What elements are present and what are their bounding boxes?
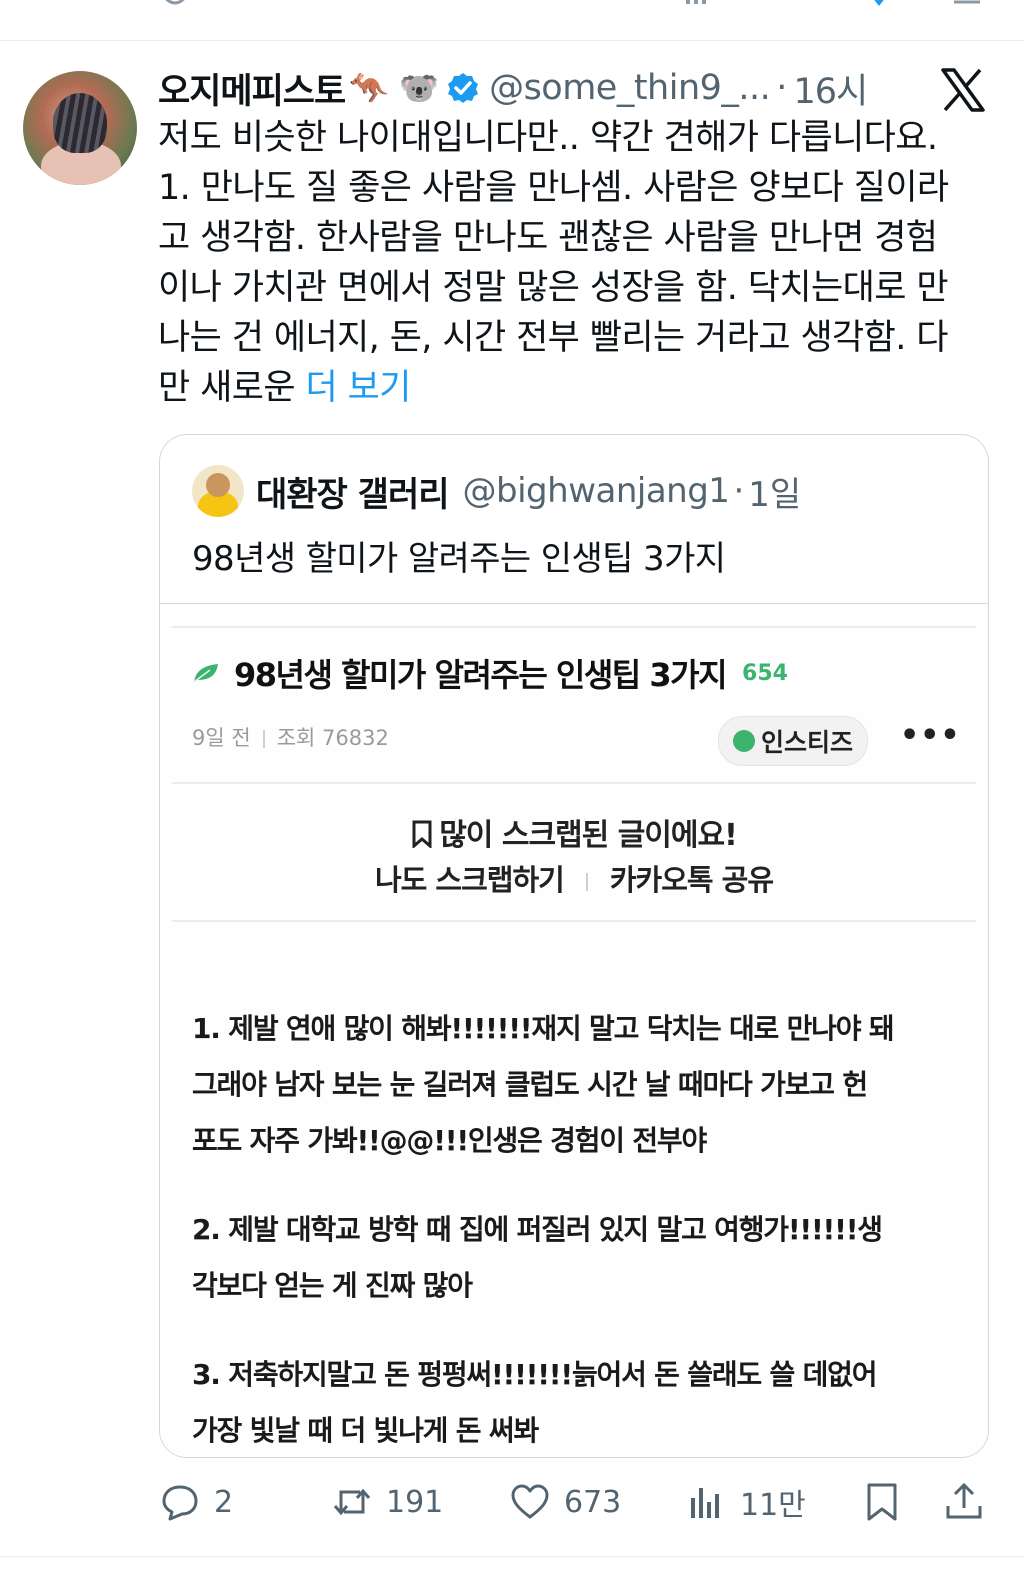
share-action: 카카오톡 공유	[609, 863, 774, 897]
share-icon	[946, 1482, 982, 1519]
more-dots-icon: •••	[900, 718, 961, 753]
source-chip-label: 인스티즈	[760, 728, 853, 757]
verified-badge-icon[interactable]	[447, 72, 479, 104]
quoted-header-separator: ·	[733, 471, 745, 511]
x-logo-icon[interactable]	[940, 68, 986, 112]
bookmark-filled-icon[interactable]	[862, 0, 896, 6]
bookmark-outline-icon	[412, 820, 432, 848]
retweet-count: 191	[386, 1484, 444, 1520]
reply-button[interactable]: 2	[160, 1476, 233, 1528]
scrap-notice: 많이 스크랩된 글이에요!	[160, 810, 988, 854]
avatar-face	[206, 473, 230, 497]
leaf-icon	[193, 664, 218, 683]
views-count: 11만	[740, 1488, 806, 1523]
tweet-bottom-divider	[0, 1556, 1024, 1557]
show-more-link[interactable]: 더 보기	[305, 368, 411, 408]
author-avatar[interactable]	[23, 71, 137, 185]
meta-separator	[262, 730, 265, 748]
author-emojis: 🦘 🐨	[349, 69, 440, 107]
tweet-actions-bar: 2 191 673 11만	[0, 1476, 1024, 1528]
tweet-text-content: 저도 비슷한 나이대입니다만.. 약간 견해가 다릅니다요. 1. 만나도 질 …	[158, 118, 949, 408]
scrap-actions: 나도 스크랩하기 카카오톡 공유	[160, 857, 988, 899]
quoted-tweet-text: 98년생 할미가 알려주는 인생팁 3가지	[192, 539, 726, 579]
like-button[interactable]: 673	[510, 1476, 621, 1528]
share-button[interactable]	[944, 1476, 998, 1528]
screenshot-views: 조회 76832	[276, 726, 389, 750]
quoted-tweet-header: 대환장 갤러리 @bighwanjang1 · 1일	[192, 465, 801, 517]
tip-1: 1. 제발 연애 많이 해봐!!!!!!!재지 말고 닥치는 대로 만나야 돼 …	[192, 1012, 895, 1157]
screenshot-age: 9일 전	[192, 726, 251, 750]
author-handle[interactable]: @some_thin9_...	[489, 68, 771, 108]
tip-2: 2. 제발 대학교 방학 때 집에 퍼질러 있지 말고 여행가!!!!!!생 각…	[192, 1213, 883, 1302]
retweet-button[interactable]: 191	[332, 1476, 443, 1528]
screenshot-rule-2	[172, 782, 976, 784]
views-icon[interactable]	[680, 0, 714, 6]
screenshot-rule-3	[172, 920, 976, 922]
screenshot-meta: 9일 전 조회 76832	[192, 722, 389, 752]
scrap-action: 나도 스크랩하기	[374, 863, 565, 897]
previous-tweet-actions-edge	[0, 0, 1024, 41]
bookmark-button[interactable]	[862, 1476, 916, 1528]
quoted-author-handle[interactable]: @bighwanjang1	[463, 471, 730, 511]
actions-separator	[585, 873, 588, 891]
screenshot-top-rule	[172, 626, 976, 628]
screenshot-comment-count: 654	[742, 660, 788, 686]
reply-icon[interactable]	[158, 0, 192, 6]
reply-count: 2	[214, 1484, 234, 1520]
views-button[interactable]: 11만	[686, 1476, 806, 1528]
views-icon	[691, 1488, 719, 1518]
tweet-header: 오지메피스토 🦘 🐨 @some_thin9_... · 16시	[158, 63, 868, 114]
smile-icon	[732, 730, 755, 752]
author-name[interactable]: 오지메피스토	[158, 63, 346, 114]
retweet-icon	[333, 1488, 371, 1516]
tweet-text: 저도 비슷한 나이대입니다만.. 약간 견해가 다릅니다요. 1. 만나도 질 …	[158, 113, 998, 413]
quoted-tweet-time[interactable]: 1일	[748, 467, 801, 516]
bookmark-icon	[867, 1483, 897, 1521]
screenshot-post-title: 98년생 할미가 알려주는 인생팁 3가지 654	[192, 650, 788, 696]
scrap-notice-text: 많이 스크랩된 글이에요!	[439, 818, 738, 853]
share-icon[interactable]	[950, 0, 984, 6]
screenshot-title-text: 98년생 할미가 알려주는 인생팁 3가지	[234, 656, 728, 694]
tweet-time[interactable]: 16시	[793, 63, 868, 114]
reply-icon	[162, 1485, 198, 1521]
tip-3: 3. 저축하지말고 돈 펑펑써!!!!!!!늙어서 돈 쓸래도 쓸 데없어 가장…	[192, 1358, 878, 1447]
header-separator: ·	[776, 68, 788, 108]
quoted-tweet-card[interactable]: 대환장 갤러리 @bighwanjang1 · 1일 98년생 할미가 알려주는…	[159, 434, 989, 1458]
attached-screenshot-image[interactable]: 98년생 할미가 알려주는 인생팁 3가지 654 9일 전 조회 76832 인…	[160, 604, 988, 1457]
avatar-shell	[53, 93, 107, 153]
quoted-author-name[interactable]: 대환장 갤러리	[256, 467, 450, 516]
heart-icon	[511, 1484, 549, 1519]
source-chip: 인스티즈	[718, 716, 868, 766]
quoted-author-avatar[interactable]	[192, 465, 244, 517]
like-count: 673	[564, 1484, 622, 1520]
